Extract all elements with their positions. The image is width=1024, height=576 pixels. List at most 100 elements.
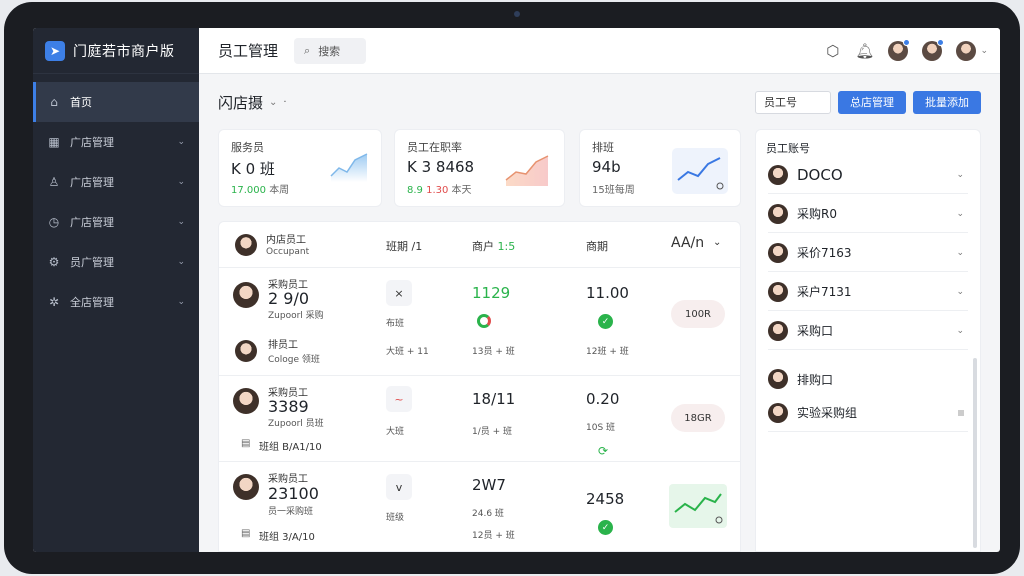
home-icon: ⌂ bbox=[50, 95, 58, 109]
row-sub: Zupoorl 采购 bbox=[268, 311, 324, 321]
employee-item[interactable]: 采购R0 ⌄ bbox=[768, 195, 968, 233]
close-icon[interactable]: × bbox=[386, 280, 412, 306]
avatar bbox=[768, 203, 788, 224]
chevron-down-icon[interactable]: ⌄ bbox=[956, 209, 964, 219]
sidebar-item-staff[interactable]: ⚙ 员广管理 ⌄ bbox=[33, 242, 199, 282]
chevron-down-icon[interactable]: ⌄ bbox=[956, 248, 964, 258]
shield-icon[interactable]: ⬡ bbox=[826, 42, 839, 60]
row-footer: 班组 B/A1/10 bbox=[259, 442, 322, 453]
employee-name: 采价7163 bbox=[797, 246, 852, 260]
sparkline-icon bbox=[505, 155, 549, 186]
stat-card-waiters: 服务员 K 0 班 17.000 本周 bbox=[218, 129, 382, 207]
header-col4[interactable]: 商期 bbox=[586, 238, 608, 254]
sidebar-item-store-3[interactable]: ◷ 广店管理 ⌄ bbox=[33, 202, 199, 242]
chevron-down-icon[interactable]: ⌄ bbox=[956, 287, 964, 297]
progress-ring-icon bbox=[477, 314, 491, 328]
sidebar-item-store[interactable]: ▦ 广店管理 ⌄ bbox=[33, 122, 199, 162]
sidebar-item-store-2[interactable]: ♙ 广店管理 ⌄ bbox=[33, 162, 199, 202]
row-icon-label: 布班 bbox=[386, 319, 405, 329]
employee-id-input[interactable]: 员工号 bbox=[755, 91, 831, 114]
avatar bbox=[233, 282, 259, 308]
header-name: 内店员工 bbox=[266, 235, 306, 246]
stat-card-schedule: 排班 94b 15班每周 bbox=[579, 129, 741, 207]
scrollbar[interactable] bbox=[973, 358, 977, 548]
sidebar-item-label: 广店管理 bbox=[70, 216, 114, 229]
sidebar-item-all-stores[interactable]: ✲ 全店管理 ⌄ bbox=[33, 282, 199, 322]
row-extra-sub: Cologe 领班 bbox=[268, 355, 320, 365]
page-title: 员工管理 bbox=[218, 42, 279, 60]
table-row[interactable]: 采购员工 23100 员一采购班 v 班级 2W7 24.6 班 2458 ✓ … bbox=[219, 462, 740, 552]
avatar bbox=[768, 320, 788, 341]
refresh-icon: ⟳ bbox=[598, 444, 609, 458]
avatar bbox=[235, 234, 257, 256]
row-sub: Zupoorl 员班 bbox=[268, 419, 324, 429]
store-manage-button[interactable]: 总店管理 bbox=[838, 91, 906, 114]
topbar: 员工管理 ⌕ 搜索 ⬡ 🔔︎ ⌄ bbox=[199, 28, 1000, 74]
check-icon: ✓ bbox=[598, 314, 613, 329]
chevron-down-icon[interactable]: ⌄ bbox=[980, 46, 988, 56]
header-col5[interactable]: AA/n bbox=[671, 235, 704, 251]
status-badge[interactable]: 100R bbox=[671, 300, 725, 328]
batch-add-button[interactable]: 批量添加 bbox=[913, 91, 981, 114]
avatar bbox=[233, 388, 259, 414]
sidebar-nav: ⌂ 首页 ▦ 广店管理 ⌄ ♙ 广店管理 ⌄ ◷ 广店管理 ⌄ ⚙ 员广管理 ⌄… bbox=[33, 82, 199, 322]
employee-item[interactable]: 采户7131 ⌄ bbox=[768, 273, 968, 311]
brand: ➤ 门庭若市商户版 bbox=[33, 28, 199, 74]
gear-icon: ✲ bbox=[48, 295, 60, 309]
row-count-label: 1/员 + 班 bbox=[472, 427, 513, 437]
row-footer: 班组 3/A/10 bbox=[259, 532, 315, 543]
chevron-down-icon[interactable]: ⌄ bbox=[956, 326, 964, 336]
avatar bbox=[233, 474, 259, 500]
status-badge[interactable]: 18GR bbox=[671, 404, 725, 432]
avatar bbox=[768, 402, 788, 423]
avatar[interactable] bbox=[888, 39, 911, 61]
store-select[interactable]: 闪店摄 ⌄ · bbox=[218, 92, 287, 113]
panel-title: 员工账号 bbox=[766, 142, 810, 155]
employee-item[interactable]: 排购口 bbox=[768, 360, 968, 398]
chevron-down-icon: ⌄ bbox=[177, 257, 185, 267]
notification-dot bbox=[937, 39, 945, 46]
avatar bbox=[768, 369, 788, 389]
table-header: 内店员工 Occupant 班期 /1 商户 1:5 商期 AA/n ⌄ bbox=[219, 222, 740, 268]
employee-name: 采购R0 bbox=[797, 207, 837, 221]
bell-icon[interactable]: 🔔︎ bbox=[855, 42, 874, 60]
employee-name: 采购口 bbox=[797, 324, 834, 338]
search-box[interactable]: ⌕ 搜索 bbox=[294, 37, 367, 64]
avatar[interactable] bbox=[922, 39, 945, 61]
camera-dot bbox=[514, 11, 520, 17]
chevron-down-icon[interactable]: ⌄ bbox=[956, 170, 964, 180]
stat-label: 排班 bbox=[592, 141, 614, 154]
stat-value: K 0 班 bbox=[231, 160, 275, 178]
clock-icon: ◷ bbox=[48, 215, 60, 229]
employee-name: 排购口 bbox=[797, 372, 834, 387]
row-count: 1129 bbox=[472, 284, 511, 302]
employee-name: 采户7131 bbox=[797, 285, 852, 299]
employee-item[interactable]: 采购口 ⌄ bbox=[768, 312, 968, 350]
employee-item[interactable]: 采价7163 ⌄ bbox=[768, 234, 968, 272]
employee-item[interactable]: 实验采购组 bbox=[768, 394, 968, 432]
row-value-label: 10S 班 bbox=[586, 423, 616, 433]
chevron-down-icon[interactable]: ⌄ bbox=[713, 237, 721, 248]
employee-item[interactable]: DOCO ⌄ bbox=[768, 156, 968, 194]
table-row[interactable]: 采购员工 2 9/0 Zupoorl 采购 × 布班 1129 11.00 ✓ … bbox=[219, 268, 740, 376]
stat-label: 员工在职率 bbox=[407, 141, 462, 154]
sidebar-item-home[interactable]: ⌂ 首页 bbox=[33, 82, 199, 122]
sidebar-item-label: 首页 bbox=[70, 96, 92, 109]
store-name: 闪店摄 bbox=[218, 94, 264, 112]
trend-icon[interactable]: ~ bbox=[386, 386, 412, 412]
chevron-down-icon[interactable]: v bbox=[386, 474, 412, 500]
search-label: 搜索 bbox=[318, 44, 341, 58]
table-row[interactable]: 采购员工 3389 Zupoorl 员班 ~ 大班 18/11 1/员 + 班 … bbox=[219, 376, 740, 462]
chevron-down-icon: ⌄ bbox=[177, 177, 185, 187]
user-avatar[interactable] bbox=[956, 41, 977, 61]
sidebar-item-label: 员广管理 bbox=[70, 256, 114, 269]
stat-label: 服务员 bbox=[231, 141, 264, 154]
row-sub: 员一采购班 bbox=[268, 507, 314, 517]
sidebar: ➤ 门庭若市商户版 ⌂ 首页 ▦ 广店管理 ⌄ ♙ 广店管理 ⌄ ◷ 广店管理 … bbox=[33, 28, 199, 552]
chevron-down-icon: ⌄ bbox=[177, 297, 185, 307]
screen: ➤ 门庭若市商户版 ⌂ 首页 ▦ 广店管理 ⌄ ♙ 广店管理 ⌄ ◷ 广店管理 … bbox=[33, 28, 1000, 552]
header-col3[interactable]: 商户 1:5 bbox=[472, 238, 515, 254]
grid-icon: ▦ bbox=[48, 135, 60, 149]
row-value: 11.00 bbox=[586, 284, 629, 302]
header-col2[interactable]: 班期 /1 bbox=[386, 238, 422, 254]
